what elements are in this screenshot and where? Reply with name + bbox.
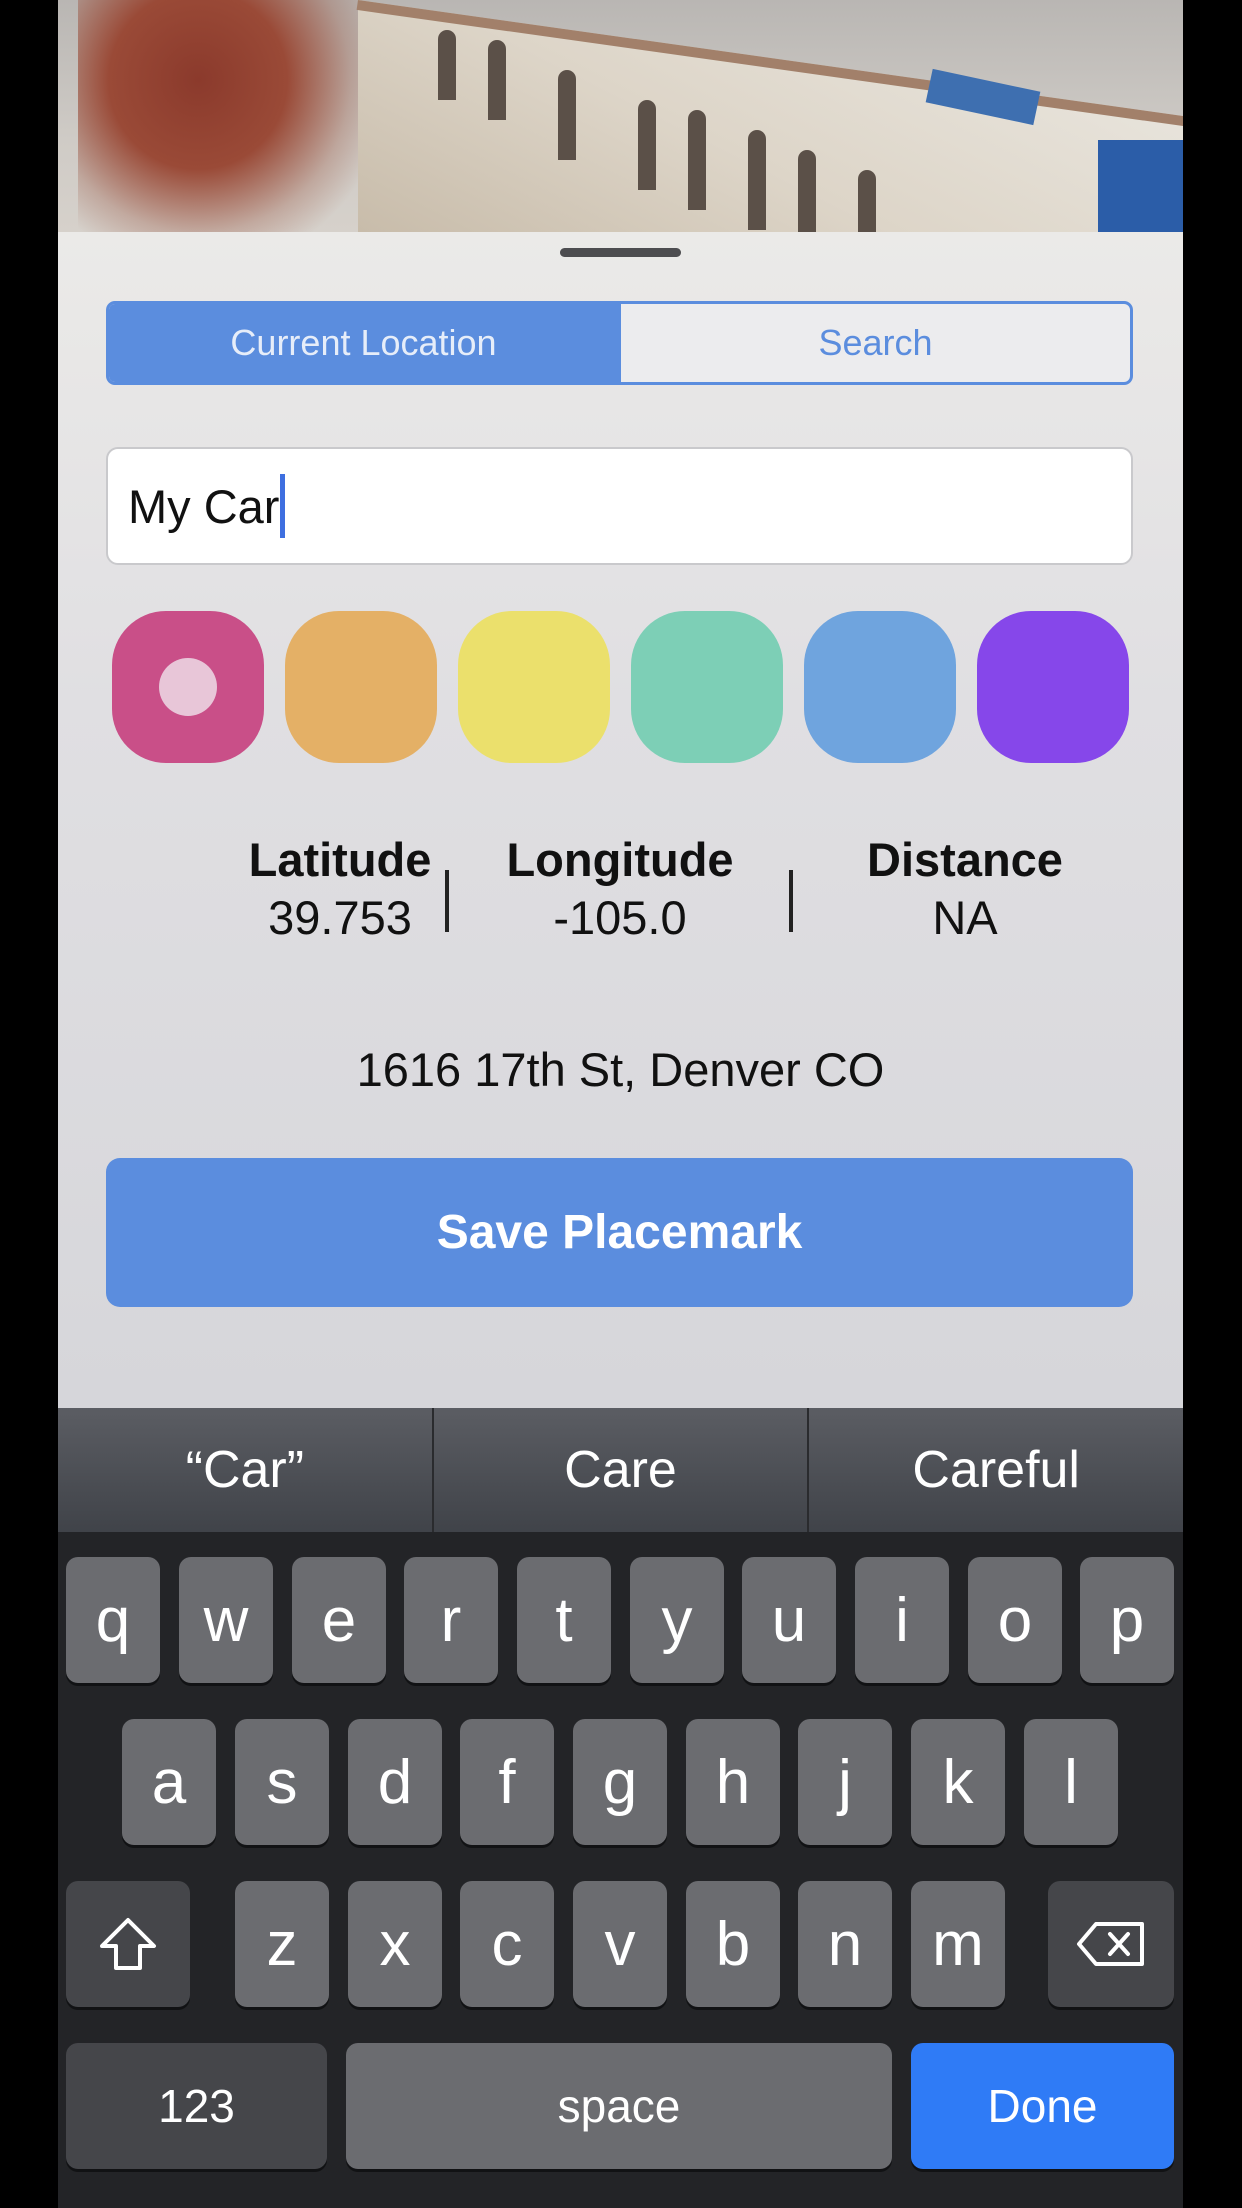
placemark-sheet: Current Location Search My Car Latitude …	[58, 232, 1183, 1408]
segment-search[interactable]: Search	[618, 304, 1130, 382]
backspace-x-icon	[1077, 1922, 1144, 1966]
color-swatch-orange[interactable]	[285, 611, 437, 763]
key-e[interactable]: e	[292, 1557, 386, 1683]
placemark-name-field[interactable]: My Car	[106, 447, 1133, 565]
distance-value: NA	[932, 891, 998, 944]
screen: Current Location Search My Car Latitude …	[58, 0, 1183, 2208]
suggestion-item[interactable]: “Car”	[58, 1408, 432, 1532]
key-g[interactable]: g	[573, 1719, 667, 1845]
color-swatch-blue[interactable]	[804, 611, 956, 763]
key-a[interactable]: a	[122, 1719, 216, 1845]
longitude-label: Longitude	[506, 833, 734, 886]
color-swatch-yellow[interactable]	[458, 611, 610, 763]
key-m[interactable]: m	[911, 1881, 1005, 2007]
key-s[interactable]: s	[235, 1719, 329, 1845]
placemark-name-value: My Car	[128, 479, 280, 533]
text-cursor	[280, 474, 286, 538]
key-f[interactable]: f	[460, 1719, 554, 1845]
longitude-value: -105.0	[553, 891, 687, 944]
key-v[interactable]: v	[573, 1881, 667, 2007]
key-c[interactable]: c	[460, 1881, 554, 2007]
sheet-grabber-handle[interactable]	[560, 248, 681, 257]
key-k[interactable]: k	[911, 1719, 1005, 1845]
distance-label: Distance	[867, 833, 1063, 886]
predictive-bar: “Car” Care Careful	[58, 1408, 1183, 1532]
space-key[interactable]: space	[346, 2043, 892, 2169]
shift-key[interactable]	[66, 1881, 190, 2007]
color-swatch-teal[interactable]	[631, 611, 783, 763]
key-n[interactable]: n	[798, 1881, 892, 2007]
key-b[interactable]: b	[686, 1881, 780, 2007]
key-i[interactable]: i	[855, 1557, 949, 1683]
address-text: 1616 17th St, Denver CO	[356, 1043, 885, 1096]
color-picker	[112, 611, 1132, 763]
key-t[interactable]: t	[517, 1557, 611, 1683]
key-q[interactable]: q	[66, 1557, 160, 1683]
done-key[interactable]: Done	[911, 2043, 1174, 2169]
background-photo	[58, 0, 1183, 232]
key-o[interactable]: o	[968, 1557, 1062, 1683]
key-l[interactable]: l	[1024, 1719, 1118, 1845]
key-r[interactable]: r	[404, 1557, 498, 1683]
color-swatch-purple[interactable]	[977, 611, 1129, 763]
selected-indicator	[159, 658, 217, 716]
key-h[interactable]: h	[686, 1719, 780, 1845]
distance-stat: Distance NA	[815, 832, 1115, 948]
shift-arrow-up-icon	[100, 1918, 156, 1970]
suggestion-item[interactable]: Careful	[807, 1408, 1183, 1532]
stat-divider	[789, 870, 793, 932]
suggestion-item[interactable]: Care	[431, 1408, 808, 1532]
key-p[interactable]: p	[1080, 1557, 1174, 1683]
segment-current-location[interactable]: Current Location	[109, 304, 618, 382]
key-w[interactable]: w	[179, 1557, 273, 1683]
keyboard: “Car” Care Careful q w e r t y u i o p a…	[58, 1408, 1183, 2208]
location-stats: Latitude 39.753 Longitude -105.0 Distanc…	[58, 832, 1183, 972]
stat-divider	[445, 870, 449, 932]
longitude-stat: Longitude -105.0	[470, 832, 770, 948]
key-j[interactable]: j	[798, 1719, 892, 1845]
key-x[interactable]: x	[348, 1881, 442, 2007]
key-z[interactable]: z	[235, 1881, 329, 2007]
key-y[interactable]: y	[630, 1557, 724, 1683]
save-placemark-button[interactable]: Save Placemark	[106, 1158, 1133, 1307]
key-d[interactable]: d	[348, 1719, 442, 1845]
location-mode-segmented-control: Current Location Search	[106, 301, 1133, 385]
color-swatch-pink[interactable]	[112, 611, 264, 763]
delete-key[interactable]	[1048, 1881, 1174, 2007]
key-u[interactable]: u	[742, 1557, 836, 1683]
numbers-key[interactable]: 123	[66, 2043, 327, 2169]
